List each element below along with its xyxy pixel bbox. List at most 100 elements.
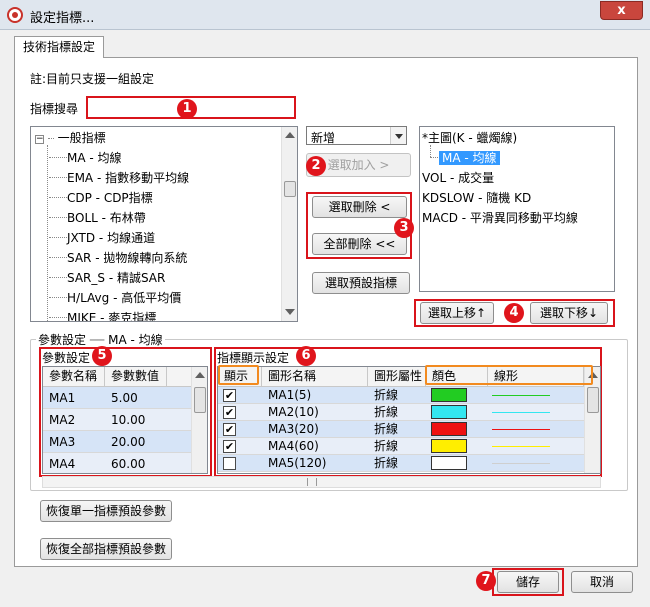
action-select[interactable]: 新增 xyxy=(306,126,407,145)
table-row[interactable]: ✔ MA1(5) 折線 xyxy=(218,387,584,404)
color-swatch[interactable] xyxy=(431,405,467,419)
remove-all-button[interactable]: 全部刪除 << xyxy=(312,233,407,255)
series-attr[interactable]: 折線 xyxy=(368,387,398,404)
tree-root-label: 一般指標 xyxy=(57,131,106,145)
remove-selected-button[interactable]: 選取刪除 < xyxy=(312,196,407,218)
callout-badge-6: 6 xyxy=(296,346,316,366)
param-name: MA1 xyxy=(49,391,76,405)
restore-single-button[interactable]: 恢復單一指標預設參數 xyxy=(40,500,172,522)
params-header-name: 參數名稱 xyxy=(43,367,105,387)
title-bar xyxy=(0,0,650,30)
param-value[interactable]: 5.00 xyxy=(105,387,138,409)
selected-item-vol[interactable]: VOL - 成交量 xyxy=(422,169,494,186)
params-scrollbar[interactable] xyxy=(191,367,207,473)
series-attr[interactable]: 折線 xyxy=(368,438,398,455)
cancel-button[interactable]: 取消 xyxy=(571,571,633,593)
table-row[interactable]: MA1 5.00 xyxy=(43,387,193,409)
selected-item-kdslow[interactable]: KDSLOW - 隨機 KD xyxy=(422,189,531,206)
tree-connector xyxy=(47,138,54,139)
show-checkbox[interactable]: ✔ xyxy=(223,423,236,436)
series-attr[interactable]: 折線 xyxy=(368,455,398,472)
table-row[interactable]: MA2 10.00 xyxy=(43,409,193,431)
move-up-button[interactable]: 選取上移↑ xyxy=(420,302,494,324)
tree-connector xyxy=(430,145,431,157)
move-down-button[interactable]: 選取下移↓ xyxy=(530,302,608,324)
restore-all-button[interactable]: 恢復全部指標預設參數 xyxy=(40,538,172,560)
color-swatch[interactable] xyxy=(431,422,467,436)
param-value[interactable]: 60.00 xyxy=(105,453,145,473)
tree-item-sar[interactable]: SAR - 拋物線轉向系統 xyxy=(49,249,187,266)
line-style-swatch[interactable] xyxy=(492,429,550,430)
select-preset-button[interactable]: 選取預設指標 xyxy=(312,272,410,294)
tree-item-boll[interactable]: BOLL - 布林帶 xyxy=(49,209,146,226)
action-select-value: 新增 xyxy=(311,131,336,145)
line-style-swatch[interactable] xyxy=(492,463,550,464)
table-row[interactable]: ✔ MA2(10) 折線 xyxy=(218,404,584,421)
callout-badge-1: 1 xyxy=(177,99,197,119)
scroll-up-icon[interactable] xyxy=(285,132,295,138)
params-header-value: 參數數值 xyxy=(105,367,167,387)
save-button[interactable]: 儲存 xyxy=(497,571,559,593)
series-attr[interactable]: 折線 xyxy=(368,421,398,438)
scroll-up-icon[interactable] xyxy=(195,372,205,378)
param-name: MA2 xyxy=(49,413,76,427)
table-row[interactable]: MA5(120) 折線 xyxy=(218,455,584,472)
callout-badge-2: 2 xyxy=(306,156,326,176)
color-swatch[interactable] xyxy=(431,456,467,470)
params-hscrollbar[interactable] xyxy=(42,476,601,488)
show-checkbox[interactable] xyxy=(223,457,236,470)
callout-badge-4: 4 xyxy=(504,303,524,323)
series-name: MA5(120) xyxy=(268,456,327,470)
tree-item-mike[interactable]: MIKE - 麥克指標 xyxy=(49,309,156,321)
close-button[interactable]: x xyxy=(600,1,643,20)
selected-item-ma[interactable]: MA - 均線 xyxy=(439,149,500,166)
tab-indicator-settings[interactable]: 技術指標設定 xyxy=(14,36,104,58)
tree-item-jxtd[interactable]: JXTD - 均線通道 xyxy=(49,229,155,246)
table-row[interactable]: ✔ MA3(20) 折線 xyxy=(218,421,584,438)
tree-item-ema[interactable]: EMA - 指數移動平均線 xyxy=(49,169,189,186)
param-value[interactable]: 20.00 xyxy=(105,431,145,453)
scroll-thumb[interactable] xyxy=(587,387,599,413)
scroll-down-icon[interactable] xyxy=(285,309,295,315)
line-style-swatch[interactable] xyxy=(492,412,550,413)
scroll-thumb[interactable] xyxy=(194,387,206,413)
table-row[interactable]: MA3 20.00 xyxy=(43,431,193,453)
series-name: MA4(60) xyxy=(268,439,319,453)
series-name: MA1(5) xyxy=(268,388,312,402)
scroll-thumb[interactable] xyxy=(284,181,296,197)
params-grid[interactable]: 參數名稱 參數數值 MA1 5.00 MA2 10.00 MA3 20.00 M… xyxy=(42,366,208,474)
table-row[interactable]: ✔ MA4(60) 折線 xyxy=(218,438,584,455)
table-row[interactable]: MA4 60.00 xyxy=(43,453,193,473)
collapse-icon[interactable]: − xyxy=(35,135,44,144)
selected-item-main[interactable]: *主圖(K - 蠟燭線) xyxy=(422,129,517,146)
selected-indicator-list[interactable]: *主圖(K - 蠟燭線) MA - 均線 VOL - 成交量 KDSLOW - … xyxy=(419,126,615,292)
tree-item-sar-s[interactable]: SAR_S - 精誠SAR xyxy=(49,269,165,286)
param-value[interactable]: 10.00 xyxy=(105,409,145,431)
line-style-swatch[interactable] xyxy=(492,446,550,447)
show-checkbox[interactable]: ✔ xyxy=(223,389,236,402)
tree-item-cdp[interactable]: CDP - CDP指標 xyxy=(49,189,153,206)
selected-item-macd[interactable]: MACD - 平滑異同移動平均線 xyxy=(422,209,578,226)
color-swatch[interactable] xyxy=(431,388,467,402)
display-header-name: 圖形名稱 xyxy=(262,367,368,387)
hscroll-grip[interactable] xyxy=(307,478,317,486)
callout-badge-7: 7 xyxy=(476,571,496,591)
tree-item-ma[interactable]: MA - 均線 xyxy=(49,149,122,166)
display-header-attr: 圖形屬性 xyxy=(368,367,426,387)
series-name: MA2(10) xyxy=(268,405,319,419)
tree-connector xyxy=(430,157,438,158)
series-attr[interactable]: 折線 xyxy=(368,404,398,421)
indicator-tree[interactable]: − 一般指標 MA - 均線 EMA - 指數移動平均線 CDP - CDP指標… xyxy=(30,126,298,322)
color-line-header-highlight xyxy=(425,365,593,385)
tree-root[interactable]: − 一般指標 xyxy=(35,129,106,146)
show-checkbox[interactable]: ✔ xyxy=(223,406,236,419)
display-title: 指標顯示設定 xyxy=(217,351,290,365)
window-title: 設定指標... xyxy=(30,11,95,26)
chevron-down-icon[interactable] xyxy=(390,127,406,144)
param-name: MA3 xyxy=(49,435,76,449)
tree-item-hlavg[interactable]: H/LAvg - 高低平均價 xyxy=(49,289,181,306)
line-style-swatch[interactable] xyxy=(492,395,550,396)
tree-scrollbar[interactable] xyxy=(281,127,297,321)
show-checkbox[interactable]: ✔ xyxy=(223,440,236,453)
color-swatch[interactable] xyxy=(431,439,467,453)
